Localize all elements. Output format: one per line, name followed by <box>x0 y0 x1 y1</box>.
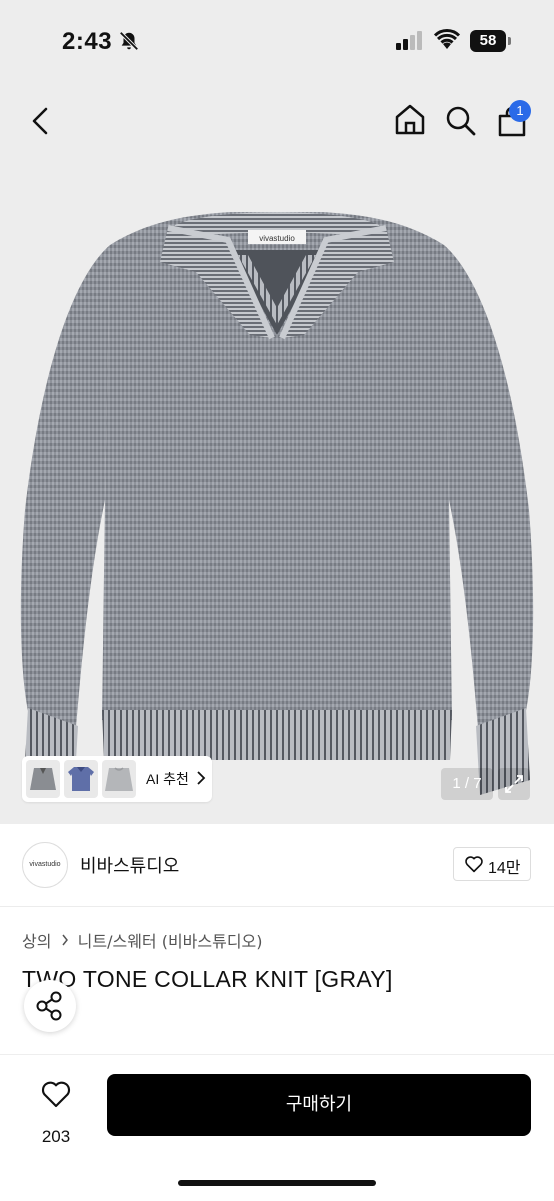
search-icon[interactable] <box>444 104 478 138</box>
wifi-icon <box>434 29 460 49</box>
bottom-action-bar: 203 구매하기 <box>0 1054 554 1201</box>
brand-like-count: 14만 <box>488 860 521 877</box>
expand-icon <box>505 775 523 793</box>
breadcrumb-separator-icon <box>61 931 74 950</box>
chevron-right-icon <box>197 771 206 785</box>
breadcrumb: 상의 니트/스웨터 (비바스튜디오) <box>22 928 263 952</box>
home-icon[interactable] <box>393 102 427 136</box>
home-indicator <box>178 1180 376 1186</box>
gray-knit-thumb <box>26 760 60 798</box>
bell-slash-icon <box>119 31 139 51</box>
cart-badge: 1 <box>509 100 531 122</box>
share-icon <box>36 991 62 1021</box>
product-title: TWO TONE COLLAR KNIT [GRAY] <box>22 966 393 992</box>
brand-row[interactable]: vivastudio 비바스튜디오 14만 <box>0 824 554 907</box>
expand-image-button[interactable] <box>498 768 530 800</box>
wish-button[interactable]: 203 <box>24 1075 88 1146</box>
buy-button[interactable]: 구매하기 <box>107 1074 531 1136</box>
breadcrumb-category[interactable]: 상의 <box>22 932 51 951</box>
ai-recommend-label: AI 추천 <box>146 771 189 787</box>
knit-sweater-illustration: vivastudio <box>20 212 534 795</box>
heart-icon <box>41 1081 71 1108</box>
brand-logo[interactable]: vivastudio <box>22 842 68 888</box>
battery-tip <box>508 37 511 45</box>
heart-icon <box>465 856 483 873</box>
blue-polo-thumb <box>64 760 98 798</box>
share-button[interactable] <box>24 980 76 1032</box>
wish-count: 203 <box>41 1127 71 1146</box>
image-page-indicator: 1 / 7 <box>441 768 493 800</box>
product-image[interactable]: vivastudio <box>0 80 554 824</box>
status-bar: 2:43 58 <box>0 0 554 80</box>
ai-recommend-card[interactable]: AI 추천 <box>22 756 212 802</box>
brand-name[interactable]: 비바스튜디오 <box>80 852 179 878</box>
breadcrumb-subcategory[interactable]: 니트/스웨터 (비바스튜디오) <box>78 932 263 951</box>
battery-icon: 58 <box>470 30 506 52</box>
garment-label: vivastudio <box>259 234 295 243</box>
brand-like-button[interactable]: 14만 <box>453 847 531 881</box>
status-time: 2:43 <box>62 28 113 55</box>
back-icon[interactable] <box>28 106 52 136</box>
light-gray-knit-thumb <box>102 760 136 798</box>
signal-icon <box>396 31 422 50</box>
